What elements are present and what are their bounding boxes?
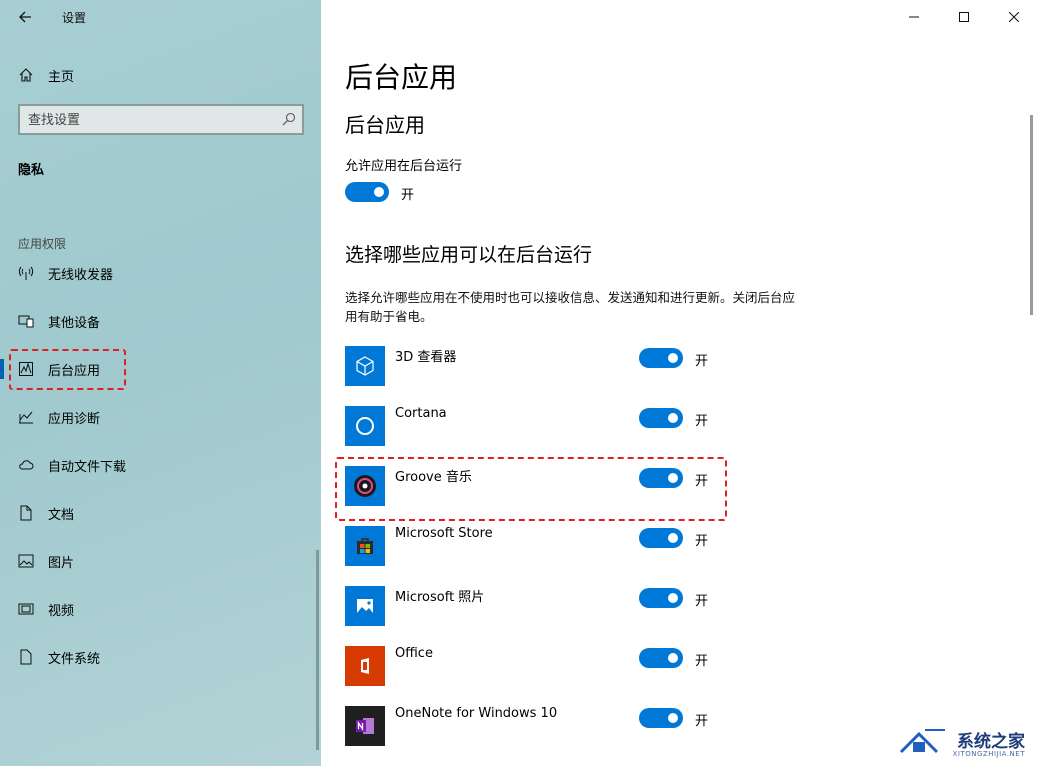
- pictures-icon: [18, 553, 34, 569]
- app-name: OneNote for Windows 10: [395, 706, 558, 721]
- sidebar-item-label: 图片: [48, 555, 75, 571]
- cloud-icon: [18, 457, 34, 473]
- app-toggle[interactable]: [639, 708, 683, 728]
- app-toggle-state: 开: [695, 594, 709, 609]
- choose-apps-heading: 选择哪些应用可以在后台运行: [345, 244, 593, 266]
- allow-background-state: 开: [401, 188, 415, 203]
- search-input[interactable]: [28, 110, 268, 130]
- onenote-icon: [345, 706, 385, 746]
- app-row-microsoft-photos: Microsoft 照片 开: [345, 586, 745, 626]
- app-name: 3D 查看器: [395, 350, 457, 365]
- maximize-icon: [959, 12, 969, 22]
- minimize-icon: [909, 16, 919, 18]
- minimize-button[interactable]: [889, 0, 939, 34]
- section-label: 隐私: [18, 163, 45, 178]
- house-logo-icon: [899, 729, 945, 754]
- window-controls: [889, 0, 1039, 34]
- group-label: 应用权限: [18, 237, 67, 251]
- sidebar-item-label: 自动文件下载: [48, 459, 127, 475]
- sidebar-item-label: 文档: [48, 507, 75, 523]
- search-box[interactable]: [18, 104, 304, 135]
- home-link[interactable]: 主页: [18, 64, 74, 86]
- sidebar-scrollbar[interactable]: [316, 550, 319, 750]
- allow-background-label: 允许应用在后台运行: [345, 159, 463, 174]
- app-row-microsoft-store: Microsoft Store 开: [345, 526, 745, 566]
- sidebar-item-documents[interactable]: 文档: [0, 496, 321, 530]
- arrow-left-icon: [19, 11, 31, 23]
- app-title: 设置: [62, 11, 87, 25]
- watermark: 系统之家 XITONGZHIJIA.NET: [899, 724, 1025, 758]
- app-row-3d-viewer: 3D 查看器 开: [345, 346, 745, 386]
- sidebar-item-radios[interactable]: 无线收发器: [0, 256, 321, 290]
- main-scrollbar[interactable]: [1030, 115, 1033, 315]
- document-icon: [18, 505, 34, 521]
- app-toggle[interactable]: [639, 348, 683, 368]
- page-title: 后台应用: [345, 61, 458, 94]
- app-name: Microsoft 照片: [395, 590, 485, 605]
- app-name: Cortana: [395, 406, 447, 421]
- sidebar-item-label: 应用诊断: [48, 411, 101, 427]
- sidebar-item-other-devices[interactable]: 其他设备: [0, 304, 321, 338]
- sidebar-item-label: 无线收发器: [48, 267, 114, 283]
- app-toggle-state: 开: [695, 654, 709, 669]
- photos-icon: [345, 586, 385, 626]
- sidebar: 设置 主页 隐私 应用权限 无线收发器 其他设备 后台应用 应用诊断 自动文件下…: [0, 0, 321, 766]
- sidebar-item-label: 视频: [48, 603, 75, 619]
- app-toggle-state: 开: [695, 414, 709, 429]
- cube-icon: [345, 346, 385, 386]
- video-icon: [18, 601, 34, 617]
- watermark-text: 系统之家: [957, 731, 1025, 752]
- app-name: Office: [395, 646, 433, 661]
- app-toggle[interactable]: [639, 648, 683, 668]
- section-heading: 后台应用: [345, 113, 425, 137]
- app-row-onenote: OneNote for Windows 10 开: [345, 706, 745, 746]
- choose-apps-description: 选择允许哪些应用在不使用时也可以接收信息、发送通知和进行更新。关闭后台应用有助于…: [345, 290, 796, 324]
- sidebar-item-pictures[interactable]: 图片: [0, 544, 321, 578]
- radio-tower-icon: [18, 265, 34, 281]
- main-content: 后台应用 后台应用 允许应用在后台运行 开 选择哪些应用可以在后台运行 选择允许…: [321, 0, 1039, 766]
- watermark-subtext: XITONGZHIJIA.NET: [952, 750, 1025, 758]
- app-toggle[interactable]: [639, 528, 683, 548]
- cortana-icon: [345, 406, 385, 446]
- app-toggle[interactable]: [639, 408, 683, 428]
- sidebar-item-videos[interactable]: 视频: [0, 592, 321, 626]
- app-toggle-state: 开: [695, 354, 709, 369]
- sidebar-item-app-diagnostics[interactable]: 应用诊断: [0, 400, 321, 434]
- title-bar: 设置: [0, 0, 321, 34]
- diagnostics-icon: [18, 409, 34, 425]
- office-icon: [345, 646, 385, 686]
- close-icon: [1009, 12, 1019, 22]
- sidebar-item-label: 其他设备: [48, 315, 101, 331]
- devices-icon: [18, 313, 34, 329]
- maximize-button[interactable]: [939, 0, 989, 34]
- highlight-box-groove: [335, 457, 727, 521]
- store-icon: [345, 526, 385, 566]
- sidebar-item-file-system[interactable]: 文件系统: [0, 640, 321, 674]
- search-icon[interactable]: [282, 112, 296, 126]
- back-button[interactable]: [12, 6, 38, 28]
- app-name: Microsoft Store: [395, 526, 493, 541]
- app-toggle-state: 开: [695, 534, 709, 549]
- app-row-office: Office 开: [345, 646, 745, 686]
- sidebar-item-auto-downloads[interactable]: 自动文件下载: [0, 448, 321, 482]
- highlight-box-sidebar: [9, 349, 126, 390]
- allow-background-toggle[interactable]: [345, 182, 389, 202]
- app-toggle[interactable]: [639, 588, 683, 608]
- close-button[interactable]: [989, 0, 1039, 34]
- file-system-icon: [18, 649, 34, 665]
- app-row-cortana: Cortana 开: [345, 406, 745, 446]
- app-toggle-state: 开: [695, 714, 709, 729]
- sidebar-item-label: 文件系统: [48, 651, 101, 667]
- home-label: 主页: [48, 69, 75, 85]
- home-icon: [19, 68, 33, 82]
